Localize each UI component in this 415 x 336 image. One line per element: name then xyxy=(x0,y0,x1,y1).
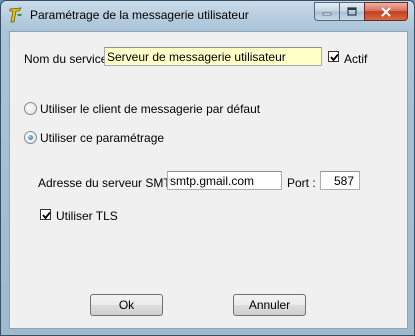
close-button[interactable] xyxy=(364,2,408,21)
tls-label: Utiliser TLS xyxy=(56,209,118,223)
ok-button[interactable]: Ok xyxy=(90,294,163,316)
maximize-button[interactable] xyxy=(339,2,364,21)
smtp-server-field[interactable]: smtp.gmail.com xyxy=(167,171,282,190)
actif-label: Actif xyxy=(344,52,368,66)
radio-selected-dot xyxy=(28,135,33,140)
smtp-server-label: Adresse du serveur SMTP : xyxy=(38,176,186,190)
caption-buttons xyxy=(314,2,408,21)
radio-default-client-label[interactable]: Utiliser le client de messagerie par déf… xyxy=(40,102,260,116)
window-title: Paramétrage de la messagerie utilisateur xyxy=(30,8,249,22)
dialog-body: Nom du service : Serveur de messagerie u… xyxy=(9,31,408,329)
service-name-label: Nom du service : xyxy=(24,52,115,66)
dialog-window: Paramétrage de la messagerie utilisateur… xyxy=(0,0,415,336)
port-field[interactable]: 587 xyxy=(320,171,360,190)
minimize-button[interactable] xyxy=(314,2,339,21)
radio-custom-settings-label[interactable]: Utiliser ce paramétrage xyxy=(40,131,164,145)
app-logo-icon xyxy=(9,7,22,23)
checkmark-icon xyxy=(42,211,51,220)
tls-checkbox[interactable] xyxy=(40,209,51,220)
port-label: Port : xyxy=(287,176,316,190)
actif-checkbox[interactable] xyxy=(328,51,339,62)
title-bar[interactable]: Paramétrage de la messagerie utilisateur xyxy=(1,1,414,29)
radio-default-client[interactable] xyxy=(24,102,37,115)
radio-custom-settings[interactable] xyxy=(24,131,37,144)
minimize-icon xyxy=(322,12,332,15)
cancel-button[interactable]: Annuler xyxy=(233,294,306,316)
checkmark-icon xyxy=(330,53,339,62)
service-name-field[interactable]: Serveur de messagerie utilisateur xyxy=(104,47,322,66)
close-icon xyxy=(381,6,391,17)
maximize-icon xyxy=(347,7,357,16)
